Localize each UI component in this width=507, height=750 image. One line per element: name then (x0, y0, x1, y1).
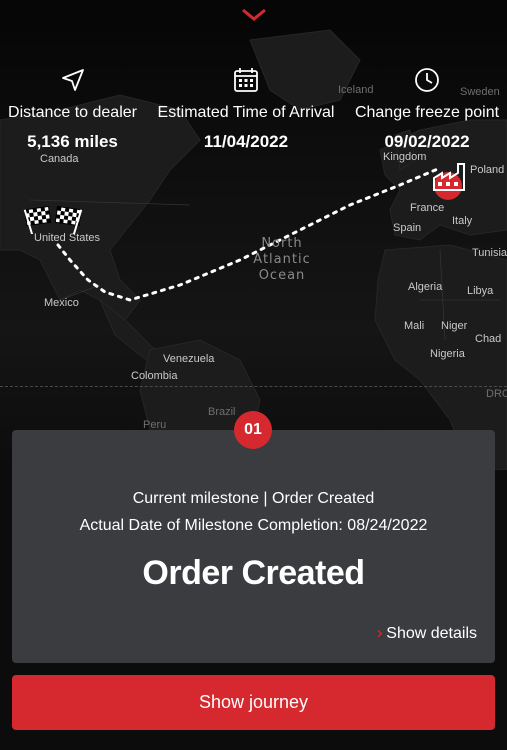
calendar-icon (147, 66, 345, 94)
chevron-down-icon[interactable] (240, 6, 268, 27)
milestone-title: Order Created (142, 554, 365, 592)
map-label: Nigeria (430, 348, 465, 360)
show-journey-button[interactable]: Show journey (12, 675, 495, 730)
stat-label: Change freeze point (354, 104, 500, 121)
map-label: Mali (404, 320, 425, 332)
ocean-label-line: North (261, 236, 303, 251)
journey-map[interactable]: Iceland Sweden Kingdom Poland France Ita… (0, 0, 507, 470)
map-label: Spain (393, 222, 422, 234)
map-label: Canada (40, 153, 79, 165)
navigation-arrow-icon (0, 66, 145, 94)
map-label: DRC (486, 388, 507, 400)
map-label: Venezuela (163, 353, 215, 365)
milestone-number-badge: 01 (234, 411, 272, 449)
milestone-card: Current milestone | Order Created Actual… (12, 430, 495, 663)
map-label: Colombia (131, 370, 178, 382)
chevron-right-icon: › (376, 623, 384, 644)
map-label: Brazil (208, 406, 236, 418)
map-label: Italy (452, 215, 473, 227)
map-label: Libya (467, 285, 494, 297)
stat-value: 09/02/2022 (384, 132, 470, 151)
map-label: Niger (441, 320, 468, 332)
stat-freeze-point: Change freeze point 09/02/2022 (347, 66, 507, 152)
show-details-link[interactable]: › Show details (376, 623, 477, 644)
show-details-label: Show details (386, 624, 477, 642)
map-label: Mexico (44, 297, 79, 309)
clock-icon (347, 66, 507, 94)
map-label: Poland (470, 164, 505, 176)
ocean-label-line: Ocean (258, 268, 306, 283)
map-label: Chad (475, 333, 502, 345)
stat-label: Estimated Time of Arrival (157, 104, 335, 121)
stat-label: Distance to dealer (8, 104, 137, 121)
map-label: Algeria (408, 281, 443, 293)
stat-value: 11/04/2022 (203, 132, 289, 151)
stat-distance: Distance to dealer 5,136 miles (0, 66, 145, 152)
ocean-label-line: Atlantic (253, 252, 311, 267)
timeline-divider (0, 386, 507, 387)
current-milestone-text: Current milestone | Order Created (132, 490, 375, 507)
factory-icon (428, 160, 472, 209)
stat-value: 5,136 miles (27, 132, 118, 151)
checkered-flags-icon (22, 204, 84, 239)
map-label: Tunisia (472, 247, 507, 259)
milestone-completion-date: Actual Date of Milestone Completion: 08/… (79, 517, 428, 534)
map-label: Kingdom (383, 151, 427, 163)
stat-eta: Estimated Time of Arrival 11/04/2022 (147, 66, 345, 152)
ocean-label: North Atlantic Ocean (252, 236, 312, 284)
